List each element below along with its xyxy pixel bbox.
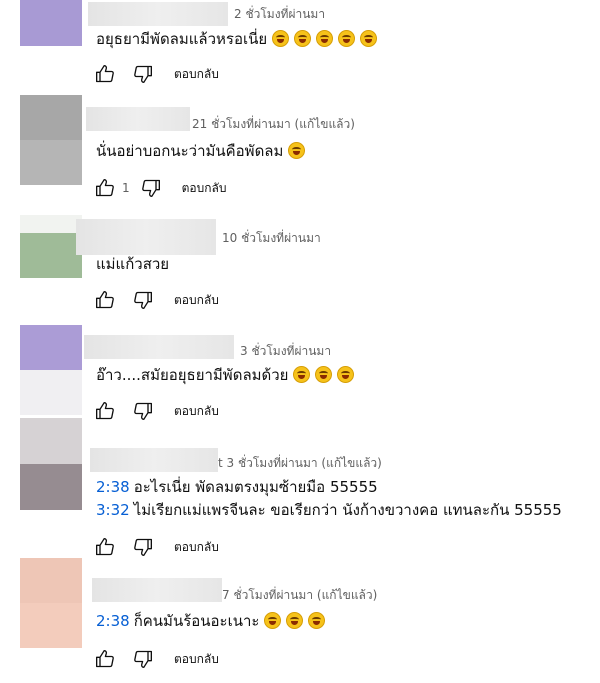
author-name[interactable] [86, 107, 190, 131]
avatar[interactable] [20, 215, 82, 278]
thumbs-down-icon [141, 179, 160, 197]
video-timestamp-link[interactable]: 2:38 [96, 612, 130, 630]
dislike-button[interactable] [138, 175, 164, 201]
like-count: 1 [122, 181, 130, 195]
comment-text: 2:38 อะไรเนี่ย พัดลมตรงมุมซ้ายมือ 55555 3… [96, 476, 562, 522]
avatar[interactable] [20, 418, 82, 510]
comment-line: 2:38 อะไรเนี่ย พัดลมตรงมุมซ้ายมือ 55555 [96, 478, 378, 496]
author-name[interactable] [92, 578, 222, 602]
like-button[interactable] [92, 534, 118, 560]
reply-button[interactable]: ตอบกลับ [174, 65, 219, 84]
thumbs-down-icon [134, 291, 152, 309]
video-timestamp-link[interactable]: 3:32 [96, 501, 130, 519]
comment-timestamp[interactable]: t 3 ชั่วโมงที่ผ่านมา (แก้ไขแล้ว) [218, 454, 382, 473]
like-button[interactable] [92, 646, 118, 672]
thumbs-down-icon [134, 650, 152, 668]
reply-button[interactable]: ตอบกลับ [174, 538, 219, 557]
comment-actions: ตอบกลับ [92, 534, 219, 560]
comment-actions: 1 ตอบกลับ [92, 175, 227, 201]
dislike-button[interactable] [130, 534, 156, 560]
comment-text: 2:38 ก็คนมันร้อนอะเนาะ [96, 610, 326, 633]
comment-text: อยุธยามีพัดลมแล้วหรอเนี่ย [96, 28, 378, 51]
laughing-emoji-icon [286, 612, 304, 629]
comment-line: นั่นอย่าบอกนะว่ามันคือพัดลม [96, 140, 306, 163]
laughing-emoji-icon [315, 366, 333, 383]
comment-text: อ๊าว....สมัยอยุธยามีพัดลมด้วย [96, 364, 355, 387]
laughing-emoji-icon [308, 612, 326, 629]
avatar[interactable] [20, 325, 82, 415]
comment-line: 3:32 ไม่เรียกแม่แพรจีนละ ขอเรียกว่า นังก้… [96, 501, 562, 519]
laughing-emoji-icon [288, 142, 306, 159]
comment-timestamp[interactable]: 7 ชั่วโมงที่ผ่านมา (แก้ไขแล้ว) [222, 586, 377, 605]
thumbs-up-icon [96, 650, 114, 668]
laughing-emoji-icon [337, 366, 355, 383]
comment-thread: 2 ชั่วโมงที่ผ่านมา อยุธยามีพัดลมแล้วหรอเ… [0, 0, 600, 95]
comment-thread: t 3 ชั่วโมงที่ผ่านมา (แก้ไขแล้ว) 2:38 อะไ… [0, 418, 600, 558]
laughing-emoji-icon [316, 30, 334, 47]
laughing-emoji-icon [264, 612, 282, 629]
comment-timestamp[interactable]: 3 ชั่วโมงที่ผ่านมา [240, 342, 331, 361]
comment-line: อ๊าว....สมัยอยุธยามีพัดลมด้วย [96, 364, 355, 387]
comment-line: 2:38 ก็คนมันร้อนอะเนาะ [96, 610, 326, 633]
thumbs-up-icon [96, 179, 114, 197]
like-button[interactable] [92, 61, 118, 87]
comment-thread: 21 ชั่วโมงที่ผ่านมา (แก้ไขแล้ว) นั่นอย่า… [0, 95, 600, 215]
dislike-button[interactable] [130, 287, 156, 313]
author-name[interactable] [88, 2, 228, 26]
thumbs-up-icon [96, 291, 114, 309]
thumbs-up-icon [96, 538, 114, 556]
laughing-emoji-icon [338, 30, 356, 47]
laughing-emoji-icon [360, 30, 378, 47]
comment-timestamp[interactable]: 2 ชั่วโมงที่ผ่านมา [234, 5, 325, 24]
dislike-button[interactable] [130, 646, 156, 672]
laughing-emoji-icon [294, 30, 312, 47]
reply-button[interactable]: ตอบกลับ [174, 291, 219, 310]
avatar[interactable] [20, 558, 82, 648]
comment-line: อยุธยามีพัดลมแล้วหรอเนี่ย [96, 28, 378, 51]
comment-thread: 7 ชั่วโมงที่ผ่านมา (แก้ไขแล้ว) 2:38 ก็คนม… [0, 558, 600, 683]
comment-timestamp[interactable]: 21 ชั่วโมงที่ผ่านมา (แก้ไขแล้ว) [192, 115, 355, 134]
comment-actions: ตอบกลับ [92, 287, 219, 313]
thumbs-up-icon [96, 65, 114, 83]
comment-text: นั่นอย่าบอกนะว่ามันคือพัดลม [96, 140, 306, 163]
thumbs-down-icon [134, 538, 152, 556]
dislike-button[interactable] [130, 61, 156, 87]
comment-actions: ตอบกลับ [92, 646, 219, 672]
avatar[interactable] [20, 0, 82, 46]
thumbs-down-icon [134, 65, 152, 84]
like-button[interactable] [92, 287, 118, 313]
video-timestamp-link[interactable]: 2:38 [96, 478, 130, 496]
comment-thread: 10 ชั่วโมงที่ผ่านมา แม่แก้วสวย ตอบกลับ [0, 215, 600, 325]
comment-timestamp[interactable]: 10 ชั่วโมงที่ผ่านมา [222, 229, 321, 248]
avatar[interactable] [20, 95, 82, 185]
like-button[interactable] [92, 175, 118, 201]
reply-button[interactable]: ตอบกลับ [174, 650, 219, 669]
author-name[interactable] [76, 219, 216, 255]
comment-line: แม่แก้วสวย [96, 255, 170, 273]
comment-actions: ตอบกลับ [92, 61, 219, 87]
author-name[interactable] [84, 335, 234, 359]
author-name[interactable] [90, 448, 218, 472]
laughing-emoji-icon [293, 366, 311, 383]
comment-text: แม่แก้วสวย [96, 253, 169, 276]
laughing-emoji-icon [272, 30, 290, 47]
reply-button[interactable]: ตอบกลับ [182, 179, 227, 198]
